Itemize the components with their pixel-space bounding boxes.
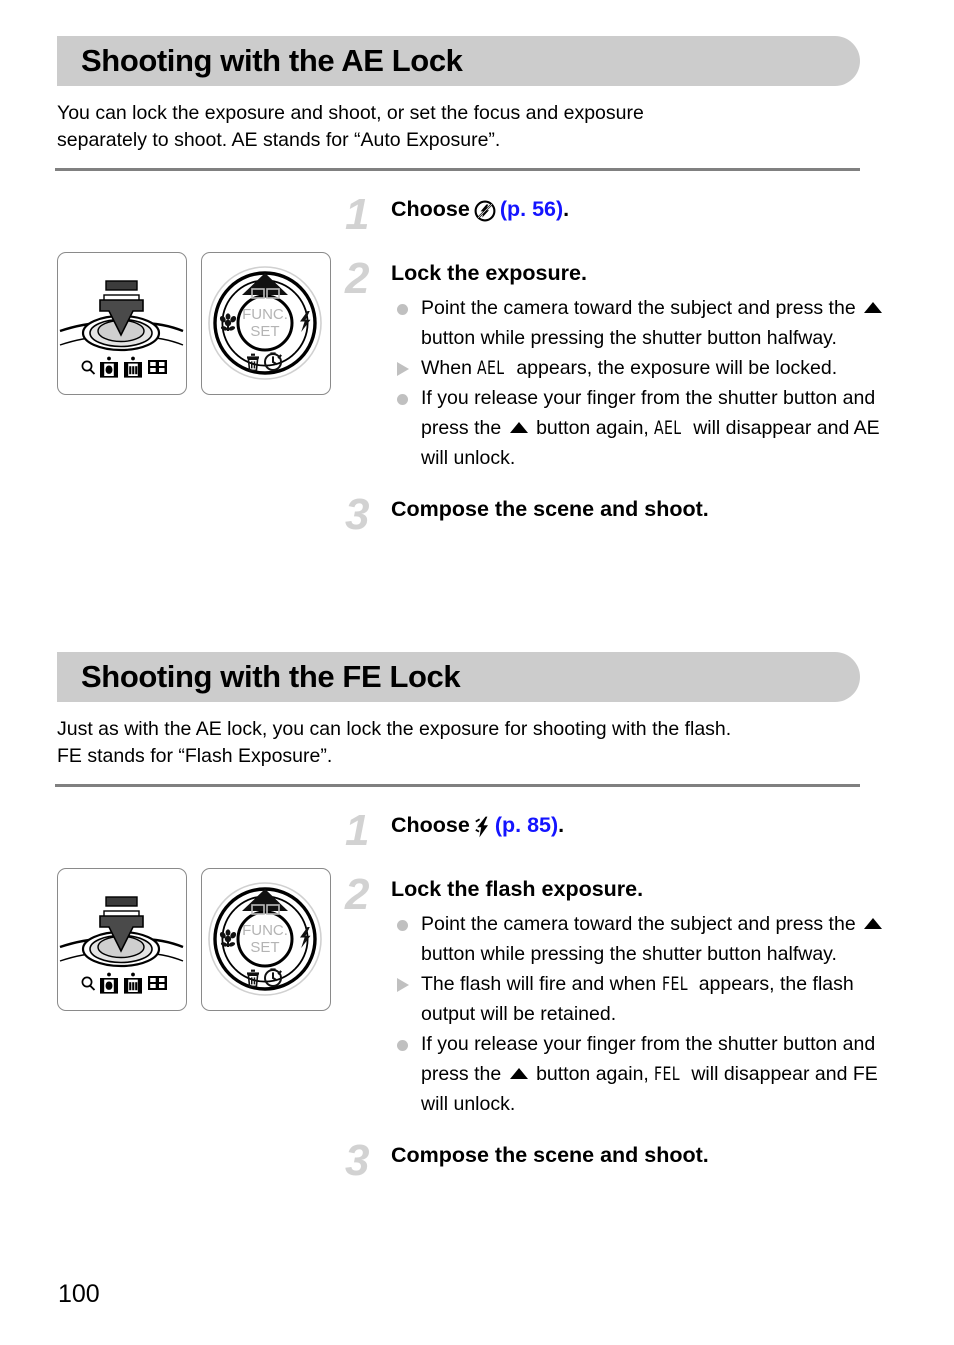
step-title-prefix: Choose: [391, 197, 470, 221]
step-title-suffix: .: [558, 813, 565, 837]
step-title: Compose the scene and shoot.: [391, 1143, 709, 1167]
page-number: 100: [58, 1280, 100, 1308]
control-dial-diagram: FUNC. SET: [201, 868, 331, 1011]
intro-line-1: You can lock the exposure and shoot, or …: [57, 102, 644, 124]
control-dial-diagram: FUNC. SET: [201, 252, 331, 395]
step-bullet-list: Point the camera toward the subject and …: [391, 909, 905, 1119]
bullet-text-part2: button again,: [536, 417, 649, 439]
section-header-bar-fe-lock: Shooting with the FE Lock: [57, 652, 860, 702]
step-title: Compose the scene and shoot.: [391, 497, 709, 521]
step-1-fe-lock: 1 Choose (p. 85).: [345, 806, 905, 855]
step-bullet-list: Point the camera toward the subject and …: [391, 293, 905, 473]
bullet-text-part1: Point the camera toward the subject and …: [421, 913, 856, 935]
bullet-text-part2: button while pressing the shutter button…: [421, 327, 837, 349]
list-item: Point the camera toward the subject and …: [391, 293, 905, 353]
list-item: Point the camera toward the subject and …: [391, 909, 905, 969]
bullet-text-part1: Point the camera toward the subject and …: [421, 297, 856, 319]
step-number: 1: [345, 190, 370, 239]
list-item: The flash will fire and when FEL appears…: [391, 969, 905, 1029]
up-button-icon: [864, 302, 883, 314]
func-label: FUNC.: [242, 306, 288, 323]
step-number: 1: [345, 806, 370, 855]
set-label: SET: [250, 939, 279, 956]
step-number: 3: [345, 1136, 370, 1185]
section-header-bar-ae-lock: Shooting with the AE Lock: [57, 36, 860, 86]
step-2-ae-lock: 2 Lock the exposure. Point the camera to…: [345, 254, 905, 473]
fel-indicator-tag: FEL: [661, 973, 688, 995]
shutter-button-diagram: [57, 868, 187, 1011]
zoom-icon: [81, 976, 96, 991]
list-item: If you release your finger from the shut…: [391, 1029, 905, 1119]
step-3-fe-lock: 3 Compose the scene and shoot.: [345, 1136, 905, 1185]
up-button-icon: [864, 918, 883, 930]
intro-line-2: separately to shoot. AE stands for “Auto…: [57, 129, 501, 151]
func-label: FUNC.: [242, 922, 288, 939]
page-title-fe-lock: Shooting with the FE Lock: [81, 659, 461, 694]
bullet-text-part1: When: [421, 357, 472, 379]
ael-indicator-tag: AEL: [477, 357, 505, 379]
zoom-icon: [81, 360, 96, 375]
tele-icon: [100, 972, 118, 994]
step-title-suffix: .: [563, 197, 570, 221]
up-button-icon: [509, 422, 528, 434]
intro-line-1: Just as with the AE lock, you can lock t…: [57, 718, 732, 740]
figure-group-ae-lock: FUNC. SET: [57, 252, 331, 395]
page-title-ae-lock: Shooting with the AE Lock: [81, 43, 463, 78]
bullet-text-part2: button while pressing the shutter button…: [421, 943, 837, 965]
step-number: 2: [345, 870, 370, 919]
step-title: Choose (p. 56).: [391, 195, 905, 223]
section-ae-lock: Shooting with the AE Lock You can lock t…: [0, 36, 954, 539]
bullet-text-part2: appears, the exposure will be locked.: [516, 357, 838, 379]
step-list-ae-lock: 1 Choose (p. 56). 2 Lock the exposure. P…: [345, 190, 905, 539]
fel-indicator-tag: FEL: [654, 1063, 681, 1085]
list-item: If you release your finger from the shut…: [391, 383, 905, 473]
flash-off-icon: [474, 200, 496, 222]
index-icon: [148, 360, 167, 374]
wide-icon: [124, 356, 142, 378]
step-1-ae-lock: 1 Choose (p. 56).: [345, 190, 905, 239]
figure-group-fe-lock: FUNC. SET: [57, 868, 331, 1011]
step-title-prefix: Choose: [391, 813, 470, 837]
page-reference-link[interactable]: (p. 56): [500, 195, 563, 223]
section-divider-fe-lock: [55, 784, 860, 787]
step-3-ae-lock: 3 Compose the scene and shoot.: [345, 490, 905, 539]
step-number: 2: [345, 254, 370, 303]
section-divider-ae-lock: [55, 168, 860, 171]
flash-on-icon: [475, 816, 490, 838]
tele-icon: [100, 356, 118, 378]
step-title: Lock the flash exposure.: [391, 877, 644, 901]
step-2-fe-lock: 2 Lock the flash exposure. Point the cam…: [345, 870, 905, 1119]
intro-line-2: FE stands for “Flash Exposure”.: [57, 745, 333, 767]
up-button-icon: [509, 1068, 528, 1080]
section-intro-fe-lock: Just as with the AE lock, you can lock t…: [57, 716, 867, 770]
bullet-text-part1: The flash will fire and when: [421, 973, 657, 995]
shutter-button-diagram: [57, 252, 187, 395]
step-list-fe-lock: 1 Choose (p. 85). 2 Lock the flash expos…: [345, 806, 905, 1185]
section-fe-lock: Shooting with the FE Lock Just as with t…: [0, 652, 954, 1185]
ael-indicator-tag: AEL: [654, 417, 682, 439]
bullet-text-part2: button again,: [536, 1063, 649, 1085]
set-label: SET: [250, 323, 279, 340]
wide-icon: [124, 972, 142, 994]
index-icon: [148, 976, 167, 990]
section-intro-ae-lock: You can lock the exposure and shoot, or …: [57, 100, 867, 154]
list-item: When AEL appears, the exposure will be l…: [391, 353, 905, 383]
step-number: 3: [345, 490, 370, 539]
page-reference-link[interactable]: (p. 85): [495, 811, 558, 839]
step-title: Choose (p. 85).: [391, 811, 905, 839]
step-title: Lock the exposure.: [391, 261, 587, 285]
